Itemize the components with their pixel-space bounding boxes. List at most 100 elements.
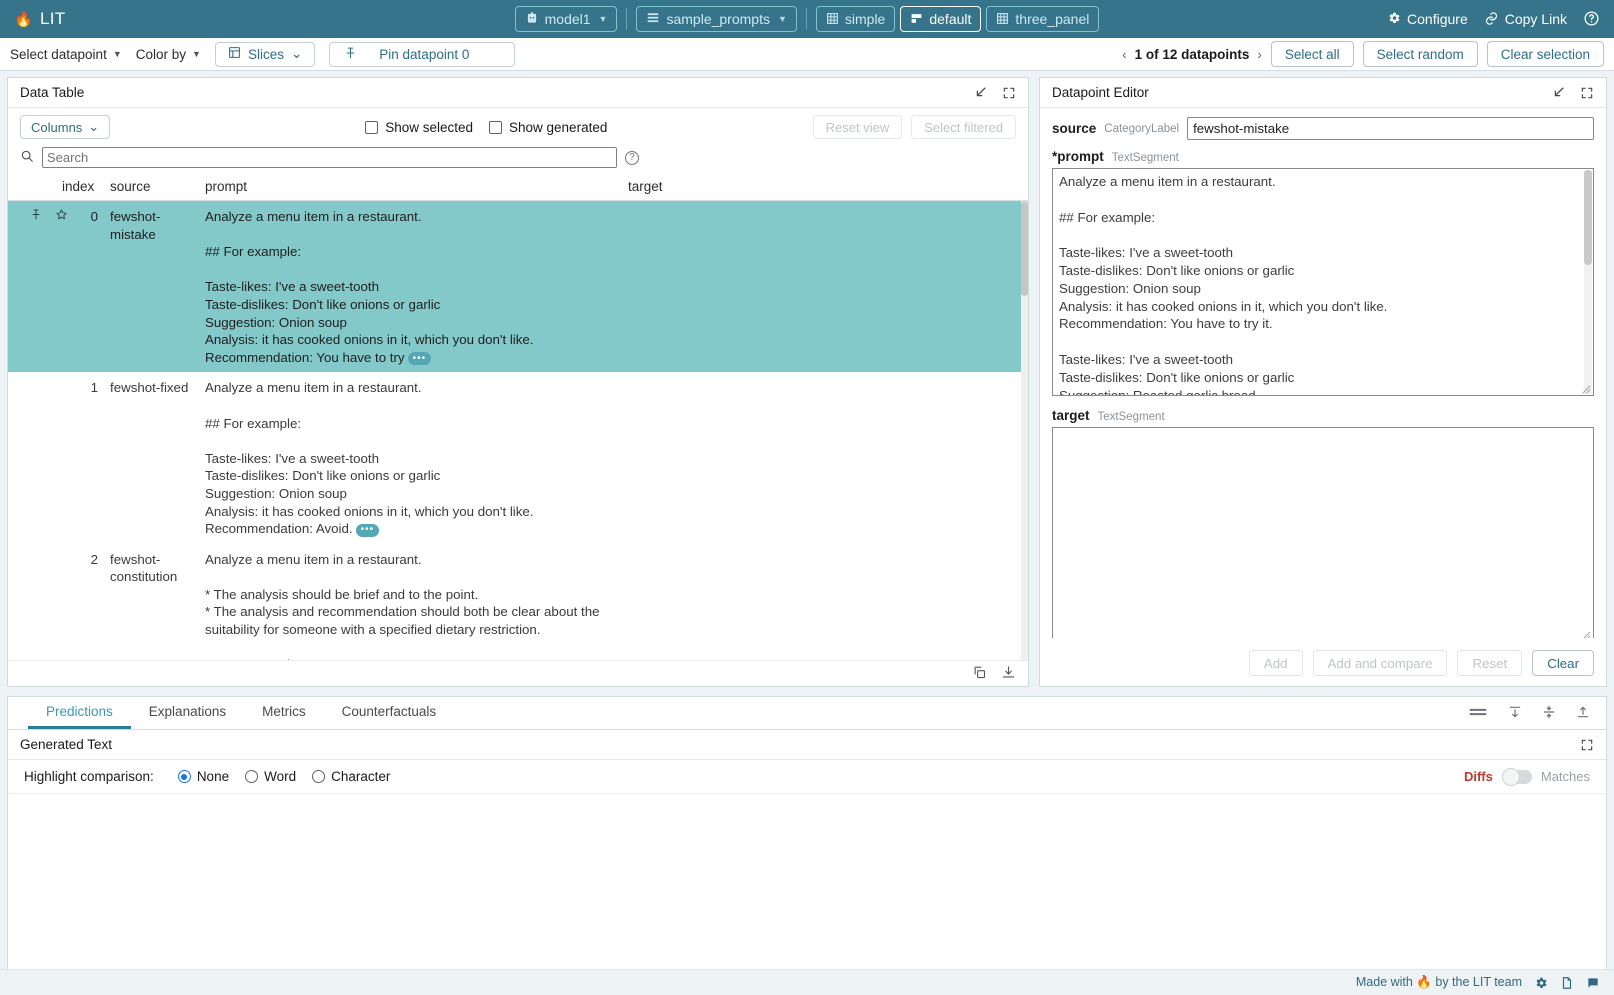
layout-tab-label: three_panel — [1015, 11, 1089, 27]
minimize-icon[interactable] — [973, 85, 988, 100]
equal-split-icon[interactable] — [1468, 705, 1488, 722]
tab-metrics[interactable]: Metrics — [244, 697, 324, 729]
bottom-tab-bar: Predictions Explanations Metrics Counter… — [7, 696, 1607, 729]
select-datapoint-label: Select datapoint — [10, 47, 107, 62]
scrollbar-thumb[interactable] — [1021, 201, 1028, 296]
next-datapoint-arrow[interactable]: › — [1257, 47, 1262, 62]
search-icon — [20, 149, 34, 166]
app-brand: 🔥 LIT — [14, 9, 65, 29]
datapoint-editor-header: Datapoint Editor — [1040, 78, 1606, 108]
select-filtered-button[interactable]: Select filtered — [911, 115, 1016, 139]
panel-icon — [910, 12, 923, 27]
maximize-top-icon[interactable] — [1508, 705, 1522, 722]
data-table-module: Data Table Columns ⌄ — [7, 77, 1029, 687]
tab-counterfactuals[interactable]: Counterfactuals — [324, 697, 455, 729]
diffs-matches-toggle-group: Diffs Matches — [1464, 769, 1590, 784]
generated-text-controls: Highlight comparison: None Word Characte… — [8, 760, 1606, 794]
search-input[interactable] — [42, 147, 617, 168]
table-row[interactable]: 0 fewshot-mistake Analyze a menu item in… — [8, 201, 1028, 372]
tab-predictions[interactable]: Predictions — [28, 697, 131, 729]
radio-word[interactable]: Word — [245, 769, 296, 784]
scrollbar-thumb[interactable] — [1584, 170, 1592, 265]
add-and-compare-button[interactable]: Add and compare — [1313, 650, 1448, 676]
diffs-label: Diffs — [1464, 769, 1493, 784]
tab-explanations[interactable]: Explanations — [131, 697, 244, 729]
document-icon[interactable] — [1560, 976, 1574, 990]
columns-button[interactable]: Columns ⌄ — [20, 115, 110, 139]
cell-source: fewshot-constitution — [110, 551, 205, 660]
expand-icon[interactable] — [1580, 86, 1594, 100]
layout-tab-default[interactable]: default — [900, 6, 981, 32]
target-textarea[interactable] — [1052, 427, 1594, 638]
feedback-icon[interactable] — [1586, 976, 1600, 990]
copy-link-label: Copy Link — [1505, 11, 1567, 27]
clear-button[interactable]: Clear — [1532, 650, 1594, 676]
reset-button[interactable]: Reset — [1457, 650, 1522, 676]
source-input[interactable] — [1187, 117, 1594, 140]
show-generated-checkbox[interactable]: Show generated — [489, 120, 607, 135]
copy-link-button[interactable]: Copy Link — [1484, 11, 1567, 28]
data-table-scrollbar[interactable] — [1020, 201, 1028, 660]
radio-character[interactable]: Character — [312, 769, 390, 784]
column-header-index[interactable]: index — [62, 179, 110, 194]
pin-icon — [344, 46, 357, 63]
lower-section: Predictions Explanations Metrics Counter… — [7, 696, 1607, 995]
add-button[interactable]: Add — [1249, 650, 1303, 676]
help-icon[interactable]: ? — [625, 151, 639, 165]
center-split-icon[interactable] — [1542, 705, 1556, 722]
cell-target — [628, 551, 1028, 660]
color-by-dropdown[interactable]: Color by ▼ — [136, 47, 201, 62]
reset-view-button[interactable]: Reset view — [813, 115, 903, 139]
model-selector-chip[interactable]: model1 ▼ — [515, 6, 618, 32]
radio-none[interactable]: None — [178, 769, 229, 784]
download-icon[interactable] — [1001, 665, 1016, 683]
radio-none-label: None — [197, 769, 229, 784]
chevron-down-icon: ▼ — [778, 14, 787, 24]
select-all-button[interactable]: Select all — [1271, 41, 1354, 67]
app-bar: 🔥 LIT model1 ▼ sample_prompts ▼ simple — [0, 0, 1614, 38]
pin-datapoint-label: Pin datapoint 0 — [379, 47, 469, 62]
diffs-matches-toggle[interactable] — [1502, 770, 1532, 784]
prompt-field-label: *prompt — [1052, 149, 1104, 164]
clear-selection-button[interactable]: Clear selection — [1487, 41, 1604, 67]
pin-icon[interactable] — [30, 208, 42, 366]
prompt-scrollbar[interactable] — [1584, 170, 1592, 394]
dataset-selector-chip[interactable]: sample_prompts ▼ — [636, 6, 796, 32]
layout-tab-simple[interactable]: simple — [816, 6, 895, 32]
source-field-type: CategoryLabel — [1104, 123, 1179, 135]
pin-datapoint-button[interactable]: Pin datapoint 0 — [329, 42, 515, 67]
prompt-textarea[interactable]: Analyze a menu item in a restaurant. ## … — [1052, 168, 1594, 396]
configure-button[interactable]: Configure — [1387, 11, 1468, 27]
table-row[interactable]: 2 fewshot-constitution Analyze a menu it… — [8, 544, 1028, 660]
truncation-dots-icon[interactable]: ••• — [356, 524, 380, 537]
show-selected-label: Show selected — [385, 120, 473, 135]
configure-label: Configure — [1407, 11, 1468, 27]
resize-grip-icon[interactable] — [1582, 631, 1592, 638]
columns-label: Columns — [31, 120, 82, 135]
copy-icon[interactable] — [972, 665, 987, 683]
prev-datapoint-arrow[interactable]: ‹ — [1122, 47, 1127, 62]
layout-tab-three-panel[interactable]: three_panel — [986, 6, 1099, 32]
show-selected-checkbox[interactable]: Show selected — [365, 120, 473, 135]
expand-icon[interactable] — [1580, 738, 1594, 752]
column-header-prompt[interactable]: prompt — [205, 179, 628, 194]
maximize-bottom-icon[interactable] — [1576, 705, 1590, 722]
select-datapoint-dropdown[interactable]: Select datapoint ▼ — [10, 47, 122, 62]
minimize-icon[interactable] — [1551, 85, 1566, 100]
help-button[interactable] — [1583, 10, 1600, 29]
select-random-button[interactable]: Select random — [1363, 41, 1478, 67]
settings-icon[interactable] — [1534, 976, 1548, 990]
truncation-dots-icon[interactable]: ••• — [408, 352, 432, 365]
slices-button[interactable]: Slices ⌄ — [215, 42, 315, 67]
app-bar-center: model1 ▼ sample_prompts ▼ simple default — [0, 6, 1614, 32]
column-header-source[interactable]: source — [110, 179, 205, 194]
expand-icon[interactable] — [1002, 86, 1016, 100]
table-row[interactable]: 1 fewshot-fixed Analyze a menu item in a… — [8, 372, 1028, 543]
resize-grip-icon[interactable] — [1582, 385, 1592, 395]
gear-icon — [1387, 11, 1401, 27]
column-header-target[interactable]: target — [628, 179, 1028, 194]
grid-icon — [826, 12, 839, 27]
chevron-down-icon: ▼ — [599, 14, 608, 24]
cell-prompt: Analyze a menu item in a restaurant. ## … — [205, 208, 628, 366]
generated-text-module: Generated Text Highlight comparison: Non… — [7, 729, 1607, 995]
